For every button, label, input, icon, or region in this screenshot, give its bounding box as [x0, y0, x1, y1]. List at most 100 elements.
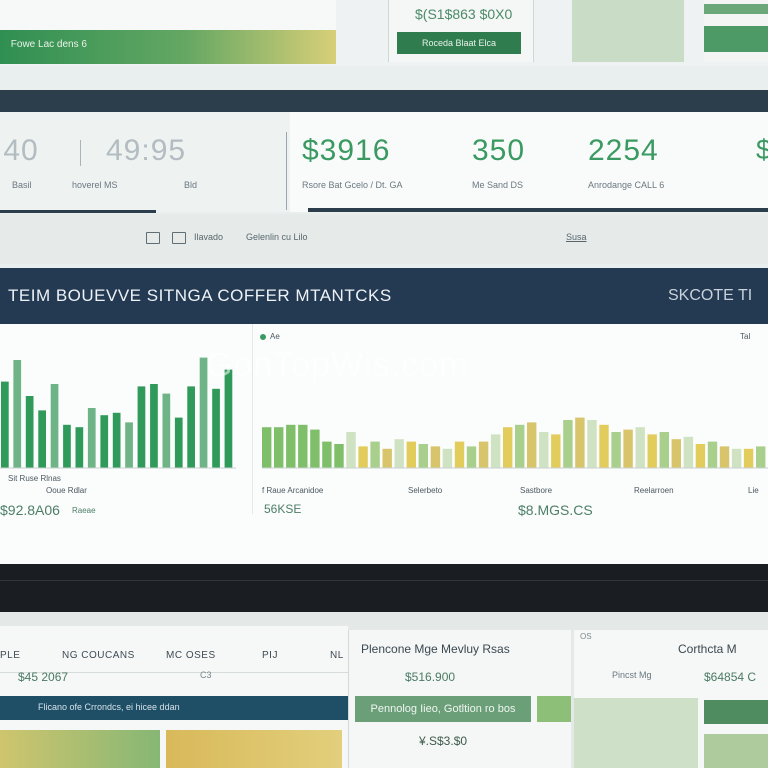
right-bar: [515, 424, 525, 468]
top-card-c[interactable]: [572, 0, 684, 62]
tab-ple[interactable]: PLE: [0, 650, 20, 661]
right-bar: [310, 429, 320, 468]
right-bar: [623, 429, 633, 468]
left-bar: [75, 427, 84, 468]
tab-nl[interactable]: NL: [330, 650, 344, 661]
kpi-value-4: 350: [472, 134, 526, 167]
chart-value-left: $92.8A06: [0, 502, 60, 518]
bottom-card-1-strip-a: [0, 730, 160, 768]
watermark: GonTopWis.com: [206, 346, 469, 384]
left-bar: [137, 386, 146, 468]
top-card-a-label: Fowe Lac dens 6: [8, 39, 87, 50]
bottom-card-2[interactable]: Plencone Mge Mevluy Rsas $516.900 Pennol…: [348, 630, 571, 768]
right-bar: [599, 424, 609, 468]
right-bar: [575, 417, 585, 468]
right-bar: [671, 439, 681, 468]
right-bar: [298, 424, 308, 468]
toolbar-right-link[interactable]: Susa: [566, 232, 587, 242]
kpi-value-2: 49:95: [106, 134, 187, 167]
left-bar: [150, 384, 158, 468]
mid-axis-label-1: f Raue Arcanidoe: [262, 486, 324, 495]
mid-axis-label-2: Selerbeto: [408, 486, 443, 495]
left-bar: [112, 412, 121, 468]
left-axis-label-2: Ooue Rdlar: [46, 486, 87, 495]
right-bar: [490, 434, 501, 468]
right-bar: [454, 441, 465, 468]
right-bar: [539, 432, 549, 468]
bottom-card-3-subtitle: Pincst Mg: [612, 670, 652, 680]
kpi-label-3: Rsore Bat Gcelo / Dt. GA: [302, 180, 403, 190]
tab-ng-coucans[interactable]: NG COUCANS: [62, 650, 135, 661]
right-bar: [707, 441, 718, 468]
right-bar: [683, 436, 694, 468]
bottom-card-1-amount: $45 2067: [18, 670, 69, 684]
right-bar: [262, 427, 272, 468]
bottom-card-3-title: Corthcta M: [678, 642, 737, 656]
top-card-b-button[interactable]: Roceda Blaat Elca: [397, 32, 521, 54]
chart-value-mid: 56KSE: [264, 502, 302, 516]
bottom-card-1[interactable]: PLE NG COUCANS MC OSES PIJ NL $45 2067 C…: [0, 626, 348, 768]
right-bar: [346, 432, 356, 468]
left-bar: [13, 360, 22, 468]
bottom-card-2-button[interactable]: Pennolog Iieo, Gotltion ro bos: [355, 696, 531, 722]
left-bar: [38, 410, 46, 468]
toolbar-item-2[interactable]: Gelenlin cu Lilo: [246, 232, 308, 242]
kpi-divider: [286, 132, 287, 210]
monitor-top-bezel: [0, 90, 768, 112]
top-card-d-bar: [704, 4, 768, 14]
mid-axis-label-4: Reelarroen: [634, 486, 674, 495]
bottom-card-2-title: Plencone Mge Mevluy Rsas: [361, 642, 510, 656]
tab-pij[interactable]: PIJ: [262, 650, 278, 661]
right-bar: [587, 420, 597, 468]
kpi-value-cut: $: [756, 134, 768, 165]
top-card-d[interactable]: [704, 0, 768, 62]
grid-icon[interactable]: [146, 232, 160, 244]
toolbar: [0, 214, 768, 264]
left-bar: [87, 408, 96, 468]
right-bar: [418, 444, 428, 468]
list-icon[interactable]: [172, 232, 186, 244]
right-bar: [551, 434, 561, 468]
right-bar: [478, 441, 489, 468]
right-bar: [731, 448, 742, 468]
kpi-label-2: hoverel MS: [72, 180, 118, 190]
top-card-b[interactable]: $(S1$863 $0X0 Roceda Blaat Elca: [388, 0, 534, 62]
kpi-underline-left: [0, 210, 156, 213]
bottom-tabs: PLE NG COUCANS MC OSES PIJ NL: [0, 642, 348, 673]
bottom-card-2-amount-2: ¥.S$3.$0: [419, 734, 468, 748]
tab-mc-oses[interactable]: MC OSES: [166, 650, 216, 661]
right-bar: [394, 439, 404, 468]
kpi-label-4: Me Sand DS: [472, 180, 524, 190]
left-bar: [162, 393, 171, 468]
bottom-card-3-amount: $64854 C: [704, 670, 757, 684]
left-bar: [63, 424, 71, 468]
top-card-b-amount: $(S1$863 $0X0: [415, 6, 513, 22]
right-bar: [322, 441, 332, 468]
left-axis-label-1: Sit Ruse Rlnas: [8, 474, 61, 483]
kpi-value-1: :40: [0, 134, 39, 167]
top-card-a[interactable]: Fowe Lac dens 6: [0, 0, 336, 64]
left-bar: [25, 396, 34, 468]
right-bar: [659, 432, 669, 468]
right-bar: [527, 422, 537, 468]
right-bar: [503, 427, 513, 468]
toolbar-item-1[interactable]: Ilavado: [194, 232, 223, 242]
dashboard-title: TEIM BOUEVVE SITNGA COFFER MTANTCKS: [8, 286, 392, 305]
right-bar: [358, 446, 368, 468]
mid-axis-label-3: Sastbore: [520, 486, 553, 495]
kpi-small-divider: [80, 140, 81, 166]
right-bar: [274, 427, 284, 468]
bottom-card-2-button-b[interactable]: [537, 696, 571, 722]
bottom-card-2-amount: $516.900: [405, 670, 456, 684]
bottom-card-1-note: C3: [200, 670, 212, 680]
dashboard-title-right: SKCOTE TI: [668, 287, 753, 304]
bottom-card-3[interactable]: OS Corthcta M Pincst Mg $64854 C: [574, 630, 768, 768]
right-bar: [286, 424, 296, 468]
left-bar: [174, 417, 183, 468]
kpi-value-5: 2254: [588, 134, 659, 167]
bottom-card-3-bar: [704, 700, 768, 724]
right-bar: [635, 427, 645, 468]
left-bar: [212, 388, 220, 468]
kpi-label-1: Basil: [12, 180, 32, 190]
bottom-card-1-banner: Flicano ofe Crrondcs, ei hicee ddan: [0, 696, 348, 720]
